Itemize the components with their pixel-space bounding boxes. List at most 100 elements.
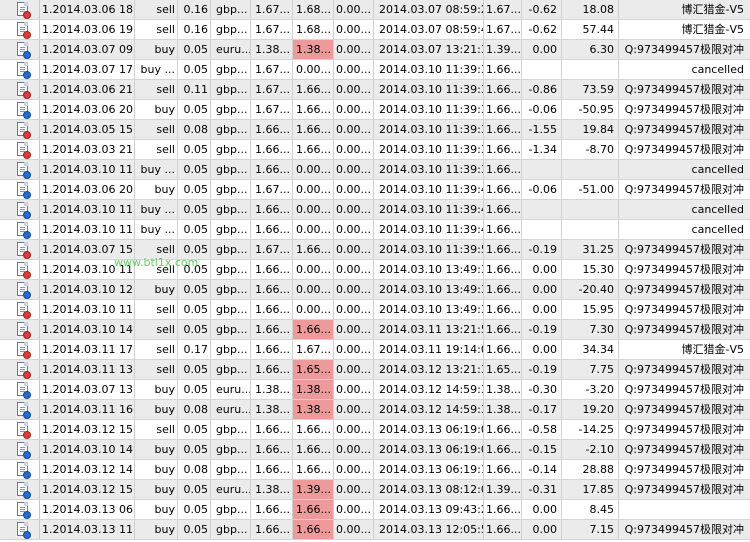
comment-cell: Q:973499457极限对冲	[624, 363, 744, 376]
sell-dot-icon	[23, 151, 31, 159]
sell-dot-icon	[23, 251, 31, 259]
table-row[interactable]: 1.2014.03.13 11:...buy0.05gbp...1.66...1…	[0, 520, 750, 540]
buy-dot-icon	[23, 471, 31, 479]
comment-cell: Q:973499457极限对冲	[624, 483, 744, 496]
type-cell: sell	[135, 340, 178, 359]
comment-cell: Q:973499457极限对冲	[624, 523, 744, 536]
take-profit-cell: 0.00...	[334, 0, 374, 19]
close-time-cell: 2014.03.12 13:21:34	[374, 360, 484, 379]
close-time-cell: 2014.03.13 06:19:09	[374, 440, 484, 459]
size-cell: 0.11	[178, 80, 211, 99]
take-profit-cell: 0.00...	[334, 280, 374, 299]
take-profit-cell: 0.00...	[334, 60, 374, 79]
price-cell: 1.67...	[251, 60, 293, 79]
table-row[interactable]: 1.2014.03.10 11:...sell0.05gbp...1.66...…	[0, 300, 750, 320]
table-row[interactable]: 1.2014.03.06 21:...sell0.11gbp...1.67...…	[0, 80, 750, 100]
table-row[interactable]: 1.2014.03.06 20:...buy0.05gbp...1.67...0…	[0, 180, 750, 200]
table-row[interactable]: 1.2014.03.06 18:...sell0.16gbp...1.67...…	[0, 0, 750, 20]
take-profit-cell: 0.00...	[334, 220, 374, 239]
order-document-icon	[17, 402, 31, 419]
open-time-cell: 1.2014.03.11 16:...	[40, 400, 135, 419]
table-row[interactable]: 1.2014.03.03 21:...sell0.05gbp...1.66...…	[0, 140, 750, 160]
comment-cell: Q:973499457极限对冲	[624, 143, 744, 156]
take-profit-cell: 0.00...	[334, 80, 374, 99]
table-row[interactable]: 1.2014.03.12 15:...sell0.05gbp...1.66...…	[0, 420, 750, 440]
comment-cell: 博汇猎金-V5	[681, 3, 745, 16]
order-document-icon	[17, 82, 31, 99]
table-row[interactable]: 1.2014.03.10 14:...buy0.05gbp...1.66...1…	[0, 440, 750, 460]
close-time-cell: 2014.03.10 13:49:34	[374, 280, 484, 299]
buy-dot-icon	[23, 51, 31, 59]
table-row[interactable]: 1.2014.03.10 11:...sell0.05gbp...1.66...…	[0, 260, 750, 280]
close-price-cell: 1.66...	[484, 320, 522, 339]
size-cell: 0.05	[178, 280, 211, 299]
take-profit-cell: 0.00...	[334, 340, 374, 359]
order-document-icon	[17, 442, 31, 459]
stop-loss-cell: 1.68...	[293, 0, 334, 19]
open-time-cell: 1.2014.03.07 15:...	[40, 240, 135, 259]
size-cell: 0.05	[178, 40, 211, 59]
table-row[interactable]: 1.2014.03.12 15:...buy0.05euru...1.38...…	[0, 480, 750, 500]
table-row[interactable]: 1.2014.03.11 13:...sell0.05gbp...1.66...…	[0, 360, 750, 380]
table-row[interactable]: 1.2014.03.10 11:...buy ...0.05gbp...1.66…	[0, 200, 750, 220]
order-document-icon	[17, 382, 31, 399]
table-row[interactable]: 1.2014.03.05 15:...sell0.08gbp...1.66...…	[0, 120, 750, 140]
table-row[interactable]: 1.2014.03.10 11:...buy ...0.05gbp...1.66…	[0, 220, 750, 240]
close-price-cell: 1.39...	[484, 40, 522, 59]
comment-cell: Q:973499457极限对冲	[624, 183, 744, 196]
open-time-cell: 1.2014.03.07 13:...	[40, 380, 135, 399]
buy-dot-icon	[23, 531, 31, 539]
close-price-cell: 1.38...	[484, 380, 522, 399]
price-cell: 1.66...	[251, 300, 293, 319]
symbol-cell: gbp...	[211, 160, 251, 179]
close-time-cell: 2014.03.07 08:59:44	[374, 20, 484, 39]
stop-loss-cell: 0.00...	[293, 180, 334, 199]
table-row[interactable]: 1.2014.03.06 20:...buy0.05gbp...1.67...1…	[0, 100, 750, 120]
open-time-cell: 1.2014.03.10 11:...	[40, 220, 135, 239]
table-row[interactable]: 1.2014.03.10 14:...sell0.05gbp...1.66...…	[0, 320, 750, 340]
take-profit-cell: 0.00...	[334, 480, 374, 499]
size-cell: 0.05	[178, 240, 211, 259]
symbol-cell: gbp...	[211, 200, 251, 219]
profit-cell: -8.70	[562, 140, 619, 159]
commission-cell: -1.55	[522, 120, 562, 139]
order-icon-cell	[0, 380, 40, 399]
table-row[interactable]: 1.2014.03.07 15:...sell0.05gbp...1.67...…	[0, 240, 750, 260]
table-row[interactable]: 1.2014.03.13 06:...buy0.05gbp...1.66...1…	[0, 500, 750, 520]
price-cell: 1.67...	[251, 80, 293, 99]
comment-cell: Q:973499457极限对冲	[624, 403, 744, 416]
table-row[interactable]: 1.2014.03.07 17:...buy ...0.05gbp...1.67…	[0, 60, 750, 80]
sell-dot-icon	[23, 351, 31, 359]
table-row[interactable]: 1.2014.03.07 09:...buy0.05euru...1.38...…	[0, 40, 750, 60]
order-icon-cell	[0, 400, 40, 419]
price-cell: 1.66...	[251, 440, 293, 459]
table-row[interactable]: 1.2014.03.11 16:...buy0.08euru...1.38...…	[0, 400, 750, 420]
commission-cell: 0.00	[522, 280, 562, 299]
take-profit-cell: 0.00...	[334, 440, 374, 459]
table-row[interactable]: 1.2014.03.12 14:...buy0.08gbp...1.66...1…	[0, 460, 750, 480]
table-row[interactable]: 1.2014.03.06 19:...sell0.16gbp...1.67...…	[0, 20, 750, 40]
profit-cell: 19.84	[562, 120, 619, 139]
stop-loss-cell: 1.66...	[293, 120, 334, 139]
take-profit-cell: 0.00...	[334, 360, 374, 379]
size-cell: 0.05	[178, 500, 211, 519]
order-icon-cell	[0, 420, 40, 439]
price-cell: 1.66...	[251, 360, 293, 379]
table-row[interactable]: 1.2014.03.07 13:...buy0.05euru...1.38...…	[0, 380, 750, 400]
profit-cell: 57.44	[562, 20, 619, 39]
type-cell: buy	[135, 500, 178, 519]
order-icon-cell	[0, 0, 40, 19]
open-time-cell: 1.2014.03.03 21:...	[40, 140, 135, 159]
buy-dot-icon	[23, 71, 31, 79]
comment-cell: Q:973499457极限对冲	[624, 383, 744, 396]
order-icon-cell	[0, 20, 40, 39]
commission-cell: -0.30	[522, 380, 562, 399]
size-cell: 0.05	[178, 440, 211, 459]
stop-loss-cell: 1.66...	[293, 240, 334, 259]
buy-dot-icon	[23, 231, 31, 239]
size-cell: 0.05	[178, 320, 211, 339]
table-row[interactable]: 1.2014.03.10 11:...buy ...0.05gbp...1.66…	[0, 160, 750, 180]
table-row[interactable]: 1.2014.03.10 12:...buy0.05gbp...1.66...0…	[0, 280, 750, 300]
comment-cell: Q:973499457极限对冲	[624, 303, 744, 316]
table-row[interactable]: 1.2014.03.11 17:...sell0.17gbp...1.66...…	[0, 340, 750, 360]
